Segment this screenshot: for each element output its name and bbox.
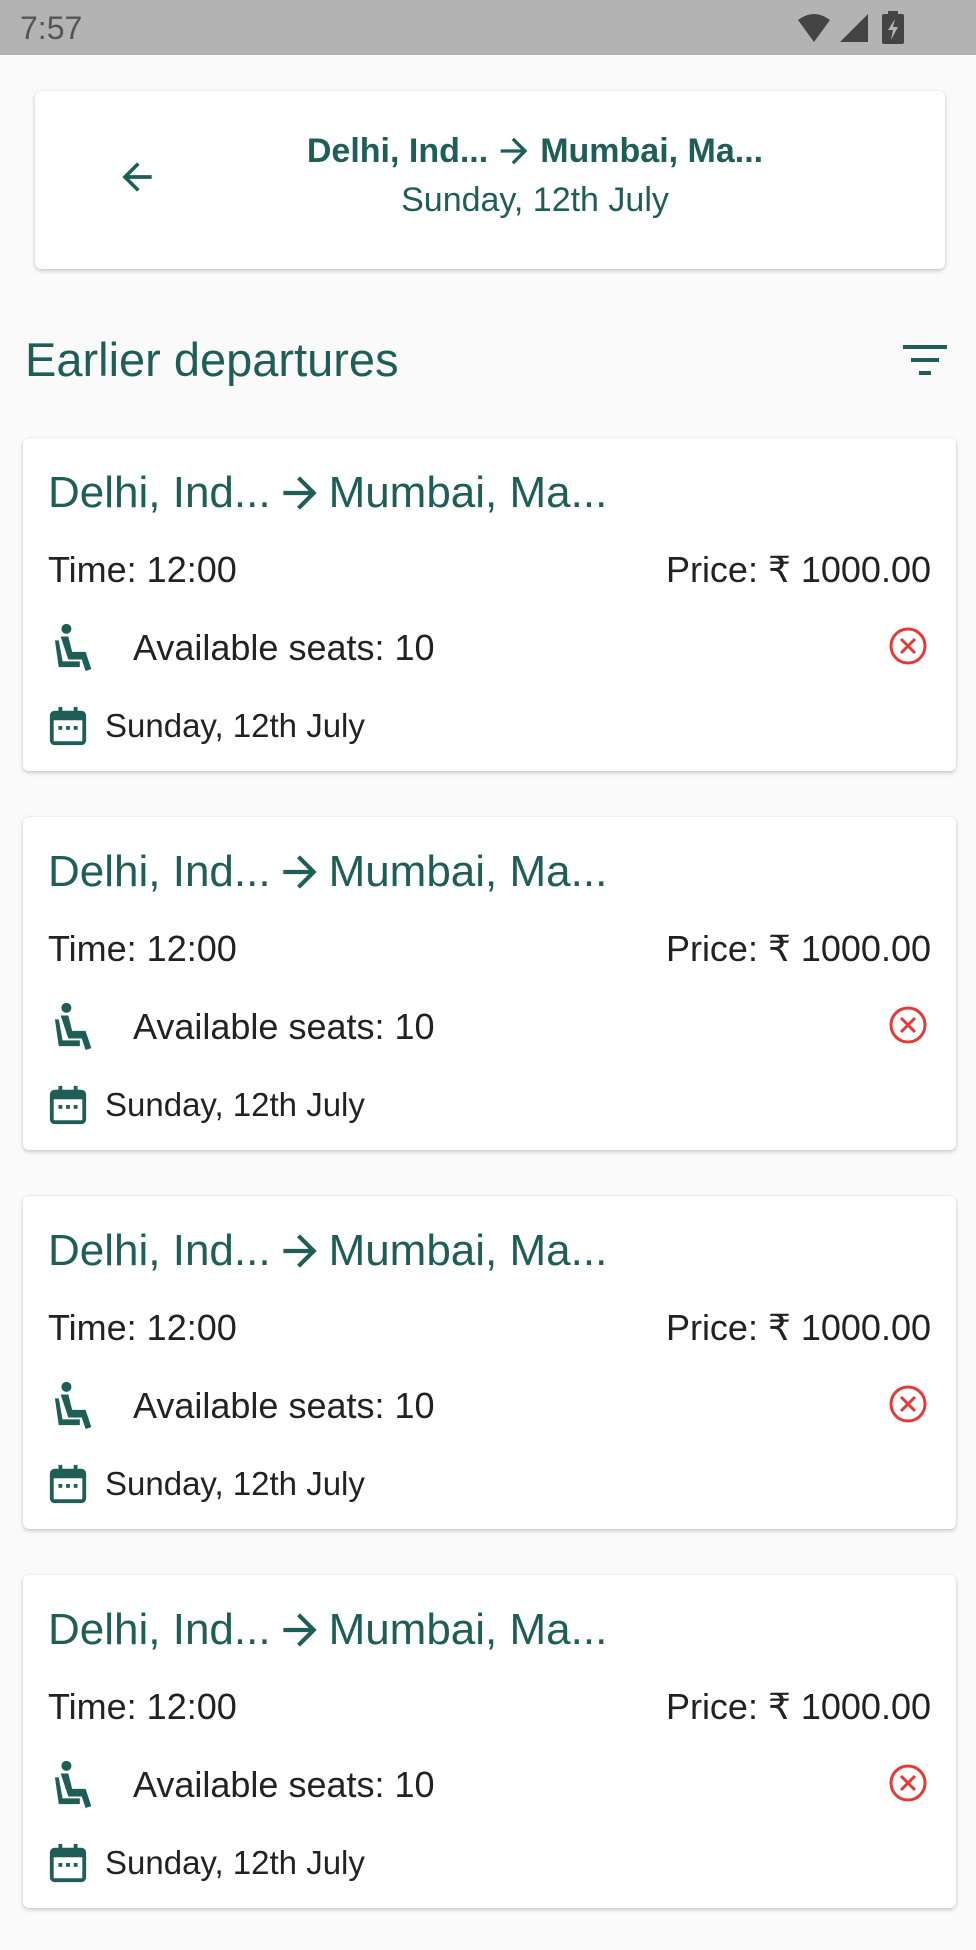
back-button[interactable] [105,145,169,209]
available-seats: Available seats: 10 [133,627,435,668]
trip-card[interactable]: Delhi, Ind... Mumbai, Ma... Time: 12:00 … [23,438,956,771]
arrow-right-icon [282,476,317,510]
calendar-icon [49,1464,87,1504]
trip-card[interactable]: Delhi, Ind... Mumbai, Ma... Time: 12:00 … [23,1196,956,1529]
header-from: Delhi, Ind... [306,132,489,170]
trip-price: Price: ₹ 1000.00 [665,1686,931,1727]
trip-from: Delhi, Ind... [48,1605,271,1654]
available-seats: Available seats: 10 [133,1006,435,1047]
cancel-trip-button[interactable] [885,1002,931,1048]
trip-route: Delhi, Ind... Mumbai, Ma... [48,1601,607,1659]
status-icons [798,11,904,44]
calendar-icon [49,1085,87,1125]
arrow-right-icon [282,1613,317,1647]
trip-price: Price: ₹ 1000.00 [665,928,931,969]
calendar-icon [49,1843,87,1883]
status-time: 7:57 [20,10,83,46]
section-title: Earlier departures [25,333,399,386]
route-header-card: Delhi, Ind... Mumbai, Ma... Sunday, 12th… [35,91,945,269]
trip-time: Time: 12:00 [48,928,237,969]
trip-time: Time: 12:00 [48,1686,237,1727]
trip-route: Delhi, Ind... Mumbai, Ma... [48,843,607,901]
trip-time: Time: 12:00 [48,1307,237,1348]
trip-card[interactable]: Delhi, Ind... Mumbai, Ma... Time: 12:00 … [23,817,956,1150]
trip-date: Sunday, 12th July [105,1465,365,1502]
trip-card[interactable]: Delhi, Ind... Mumbai, Ma... Time: 12:00 … [23,1575,956,1908]
cancel-circle-icon [889,1385,927,1423]
header-route: Delhi, Ind... Mumbai, Ma... [205,129,865,173]
cancel-circle-icon [889,627,927,665]
available-seats: Available seats: 10 [133,1764,435,1805]
trip-time: Time: 12:00 [48,549,237,590]
trip-price: Price: ₹ 1000.00 [665,549,931,590]
trip-date: Sunday, 12th July [105,707,365,744]
arrow-right-icon [282,1234,317,1268]
arrow-back-icon [122,162,152,192]
trip-from: Delhi, Ind... [48,1226,271,1275]
filter-icon [903,345,947,375]
trip-to: Mumbai, Ma... [328,847,608,896]
seat-icon [54,1002,92,1050]
trip-route: Delhi, Ind... Mumbai, Ma... [48,464,607,522]
trip-to: Mumbai, Ma... [328,1605,608,1654]
trip-to: Mumbai, Ma... [328,1226,608,1275]
cancel-trip-button[interactable] [885,623,931,669]
cancel-circle-icon [889,1006,927,1044]
wifi-icon [798,14,830,42]
battery-charging-icon [882,11,904,44]
seat-icon [54,623,92,671]
trip-route: Delhi, Ind... Mumbai, Ma... [48,1222,607,1280]
calendar-icon [49,706,87,746]
arrow-right-icon [500,137,528,165]
trip-to: Mumbai, Ma... [328,468,608,517]
cancel-trip-button[interactable] [885,1381,931,1427]
trip-from: Delhi, Ind... [48,847,271,896]
filter-button[interactable] [895,334,955,386]
header-date: Sunday, 12th July [401,181,669,219]
available-seats: Available seats: 10 [133,1385,435,1426]
header-to: Mumbai, Ma... [540,132,764,170]
trip-price: Price: ₹ 1000.00 [665,1307,931,1348]
status-bar: 7:57 [0,0,976,55]
trip-date: Sunday, 12th July [105,1844,365,1881]
header-text: Delhi, Ind... Mumbai, Ma... Sunday, 12th… [205,129,865,223]
trip-date: Sunday, 12th July [105,1086,365,1123]
seat-icon [54,1760,92,1808]
seat-icon [54,1381,92,1429]
cancel-circle-icon [889,1764,927,1802]
cellular-signal-icon [840,14,868,42]
arrow-right-icon [282,855,317,889]
cancel-trip-button[interactable] [885,1760,931,1806]
trip-from: Delhi, Ind... [48,468,271,517]
